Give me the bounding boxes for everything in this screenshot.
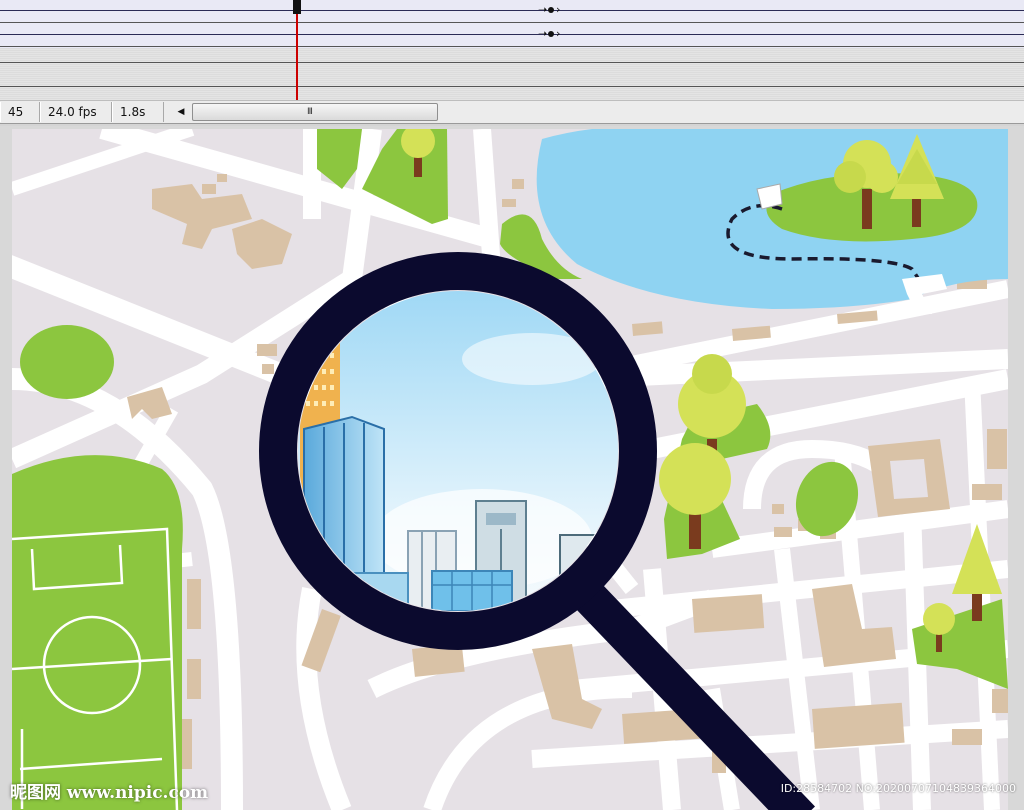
layer-tween-line-2	[0, 34, 1024, 35]
current-frame-field[interactable]: 45	[0, 102, 40, 122]
timeline-panel[interactable]: ➝ › ➝ ›	[0, 0, 1024, 100]
layer-divider	[0, 62, 1024, 63]
tween-arrow-icon: ➝	[538, 27, 548, 40]
timeline-layer-2[interactable]	[0, 24, 1024, 48]
playhead-line[interactable]	[296, 0, 298, 100]
timeline-layer-1[interactable]	[0, 0, 1024, 24]
stage-area[interactable]	[0, 126, 1024, 810]
scrollbar-grip-icon[interactable]: III	[307, 107, 313, 117]
elapsed-time-field: 1.8s	[112, 102, 164, 122]
layer-divider	[0, 46, 1024, 47]
status-bar-spacer	[438, 102, 1024, 122]
island-dock	[756, 183, 783, 210]
timeline-horizontal-scrollbar[interactable]: III	[192, 103, 438, 121]
watermark-id: ID:28584702 NO:20200707104839364000	[780, 782, 1016, 795]
timeline-status-bar: 45 24.0 fps 1.8s ◀ III	[0, 100, 1024, 124]
keyframe-dot-icon[interactable]	[548, 7, 554, 13]
tween-end-icon: ›	[556, 3, 561, 16]
tween-end-icon: ›	[556, 27, 561, 40]
layer-divider	[0, 86, 1024, 87]
watermark-site: 昵图网 www.nipic.com	[10, 783, 209, 803]
keyframe-dot-icon[interactable]	[548, 31, 554, 37]
scroll-left-arrow-icon[interactable]: ◀	[172, 102, 190, 122]
layer-divider	[0, 22, 1024, 23]
frame-rate-field[interactable]: 24.0 fps	[40, 102, 112, 122]
city-map-illustration	[12, 129, 1008, 810]
layer-tween-line-1	[0, 10, 1024, 11]
tween-arrow-icon: ➝	[538, 3, 548, 16]
playhead-handle[interactable]	[293, 0, 301, 14]
